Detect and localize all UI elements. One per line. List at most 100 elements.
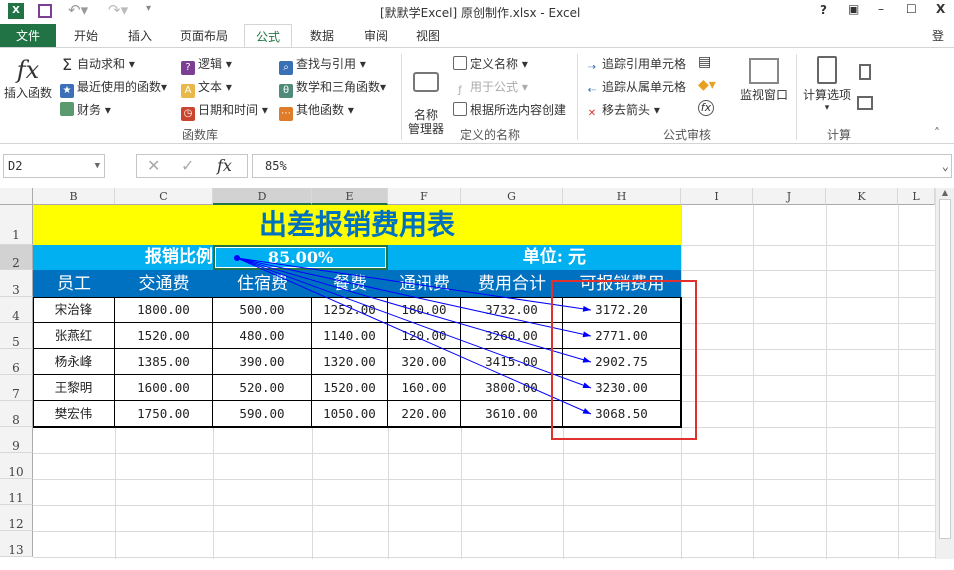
tab-data[interactable]: 数据 xyxy=(300,24,344,48)
scroll-thumb[interactable] xyxy=(939,199,951,539)
column-header-K[interactable]: K xyxy=(826,188,898,205)
vertical-scrollbar[interactable]: ▲ xyxy=(935,188,954,559)
use-in-formula-button[interactable]: ƒ 用于公式 ▾ xyxy=(453,78,528,98)
enter-icon[interactable]: ✓ xyxy=(181,156,194,175)
row-header-13[interactable]: 13 xyxy=(0,531,33,557)
row-header-9[interactable]: 9 xyxy=(0,427,33,453)
trace-precedents-button[interactable]: ⇢ 追踪引用单元格 xyxy=(585,55,686,75)
table-cell[interactable]: 1520.00 xyxy=(312,375,388,401)
select-all-corner[interactable] xyxy=(0,188,33,205)
more-functions-button[interactable]: ⋯ 其他函数 ▾ xyxy=(279,101,354,121)
show-formulas-icon[interactable]: ▤ xyxy=(698,54,711,70)
ribbon-display-button[interactable]: ▣ xyxy=(848,2,859,16)
remove-arrows-button[interactable]: ✕ 移去箭头 ▾ xyxy=(585,101,660,121)
login-link[interactable]: 登录 xyxy=(922,24,954,67)
table-cell[interactable]: 120.00 xyxy=(388,323,461,349)
table-cell[interactable]: 3260.00 xyxy=(461,323,563,349)
table-cell[interactable]: 220.00 xyxy=(388,401,461,427)
error-checking-icon[interactable]: ◆▾ xyxy=(698,77,716,93)
define-name-button[interactable]: 定义名称 ▾ xyxy=(453,55,528,72)
lookup-button[interactable]: ⌕ 查找与引用 ▾ xyxy=(279,55,366,75)
math-trig-button[interactable]: θ 数学和三角函数▾ xyxy=(279,78,386,98)
help-button[interactable]: ? xyxy=(820,3,827,17)
row-header-10[interactable]: 10 xyxy=(0,453,33,479)
table-cell[interactable]: 1750.00 xyxy=(115,401,213,427)
table-cell[interactable]: 1252.00 xyxy=(312,297,388,323)
calculate-now-icon[interactable] xyxy=(859,64,871,80)
tab-formulas[interactable]: 公式 xyxy=(244,24,292,48)
table-cell[interactable]: 3415.00 xyxy=(461,349,563,375)
tab-review[interactable]: 审阅 xyxy=(354,24,398,48)
table-cell[interactable]: 160.00 xyxy=(388,375,461,401)
column-header-I[interactable]: I xyxy=(681,188,753,205)
financial-button[interactable]: 财务 ▾ xyxy=(60,101,111,118)
table-cell[interactable]: 宋治锋 xyxy=(33,297,115,323)
ratio-label[interactable]: 报销比例 xyxy=(115,245,213,270)
table-header-cell[interactable]: 住宿费 xyxy=(213,270,312,298)
row-header-7[interactable]: 7 xyxy=(0,375,33,401)
sheet-title[interactable]: 出差报销费用表 xyxy=(33,205,681,245)
date-time-button[interactable]: ◷ 日期和时间 ▾ xyxy=(181,101,268,121)
row-header-1[interactable]: 1 xyxy=(0,205,33,245)
table-cell[interactable]: 3800.00 xyxy=(461,375,563,401)
table-cell[interactable]: 180.00 xyxy=(388,297,461,323)
insert-function-icon[interactable]: fx xyxy=(217,156,232,175)
minimize-button[interactable]: – xyxy=(878,2,884,16)
tab-insert[interactable]: 插入 xyxy=(118,24,162,48)
table-cell[interactable]: 1050.00 xyxy=(312,401,388,427)
table-cell[interactable]: 1320.00 xyxy=(312,349,388,375)
trace-dependents-button[interactable]: ⇠ 追踪从属单元格 xyxy=(585,78,686,98)
customize-qat-icon[interactable]: ▾ xyxy=(146,3,151,14)
recent-functions-button[interactable]: ★ 最近使用的函数▾ xyxy=(60,78,167,98)
table-cell[interactable]: 520.00 xyxy=(213,375,312,401)
table-cell[interactable]: 3610.00 xyxy=(461,401,563,427)
table-cell[interactable]: 500.00 xyxy=(213,297,312,323)
table-header-cell[interactable]: 费用合计 xyxy=(461,270,563,298)
column-header-C[interactable]: C xyxy=(115,188,213,205)
table-cell[interactable]: 1800.00 xyxy=(115,297,213,323)
logical-button[interactable]: ? 逻辑 ▾ xyxy=(181,55,232,75)
watch-window-button[interactable]: 监视窗口 xyxy=(740,58,788,103)
row-header-4[interactable]: 4 xyxy=(0,297,33,323)
tab-home[interactable]: 开始 xyxy=(64,24,108,48)
formula-input[interactable]: 85% ⌄ xyxy=(252,154,952,178)
close-button[interactable]: X xyxy=(936,2,945,16)
name-box[interactable]: D2 ▼ xyxy=(3,154,105,178)
table-cell[interactable]: 390.00 xyxy=(213,349,312,375)
undo-icon[interactable]: ↶▾ xyxy=(68,1,88,19)
table-cell[interactable]: 1600.00 xyxy=(115,375,213,401)
autosum-button[interactable]: Σ 自动求和 ▾ xyxy=(60,55,135,73)
table-cell[interactable]: 320.00 xyxy=(388,349,461,375)
column-header-H[interactable]: H xyxy=(563,188,681,205)
insert-function-button[interactable]: fx 插入函数 xyxy=(4,56,52,101)
row-header-3[interactable]: 3 xyxy=(0,270,33,297)
column-header-B[interactable]: B xyxy=(33,188,115,205)
table-cell[interactable]: 1520.00 xyxy=(115,323,213,349)
calculate-sheet-icon[interactable] xyxy=(857,96,873,110)
evaluate-formula-icon[interactable]: fx xyxy=(698,100,714,116)
tab-view[interactable]: 视图 xyxy=(406,24,450,48)
table-header-cell[interactable]: 员工 xyxy=(33,270,115,298)
table-cell[interactable]: 480.00 xyxy=(213,323,312,349)
table-cell[interactable]: 3732.00 xyxy=(461,297,563,323)
table-cell[interactable]: 1385.00 xyxy=(115,349,213,375)
table-header-cell[interactable]: 交通费 xyxy=(115,270,213,298)
column-header-D[interactable]: D xyxy=(213,188,312,205)
redo-icon[interactable]: ↷▾ xyxy=(108,1,128,19)
row-header-11[interactable]: 11 xyxy=(0,479,33,505)
row-header-2[interactable]: 2 xyxy=(0,245,33,270)
scroll-up-icon[interactable]: ▲ xyxy=(936,188,954,197)
maximize-button[interactable]: ☐ xyxy=(906,2,917,16)
calc-options-button[interactable]: 计算选项 ▾ xyxy=(803,56,851,113)
ratio-value-cell[interactable]: 85.00% xyxy=(213,245,388,270)
name-manager-button[interactable]: 名称 管理器 xyxy=(408,58,444,150)
row-header-6[interactable]: 6 xyxy=(0,349,33,375)
save-icon[interactable] xyxy=(38,4,52,18)
cancel-icon[interactable]: ✕ xyxy=(147,156,160,175)
row-header-8[interactable]: 8 xyxy=(0,401,33,427)
table-header-cell[interactable]: 餐费 xyxy=(312,270,388,298)
column-header-E[interactable]: E xyxy=(312,188,388,205)
tab-page-layout[interactable]: 页面布局 xyxy=(170,24,238,48)
text-button[interactable]: A 文本 ▾ xyxy=(181,78,232,98)
table-cell[interactable]: 张燕红 xyxy=(33,323,115,349)
